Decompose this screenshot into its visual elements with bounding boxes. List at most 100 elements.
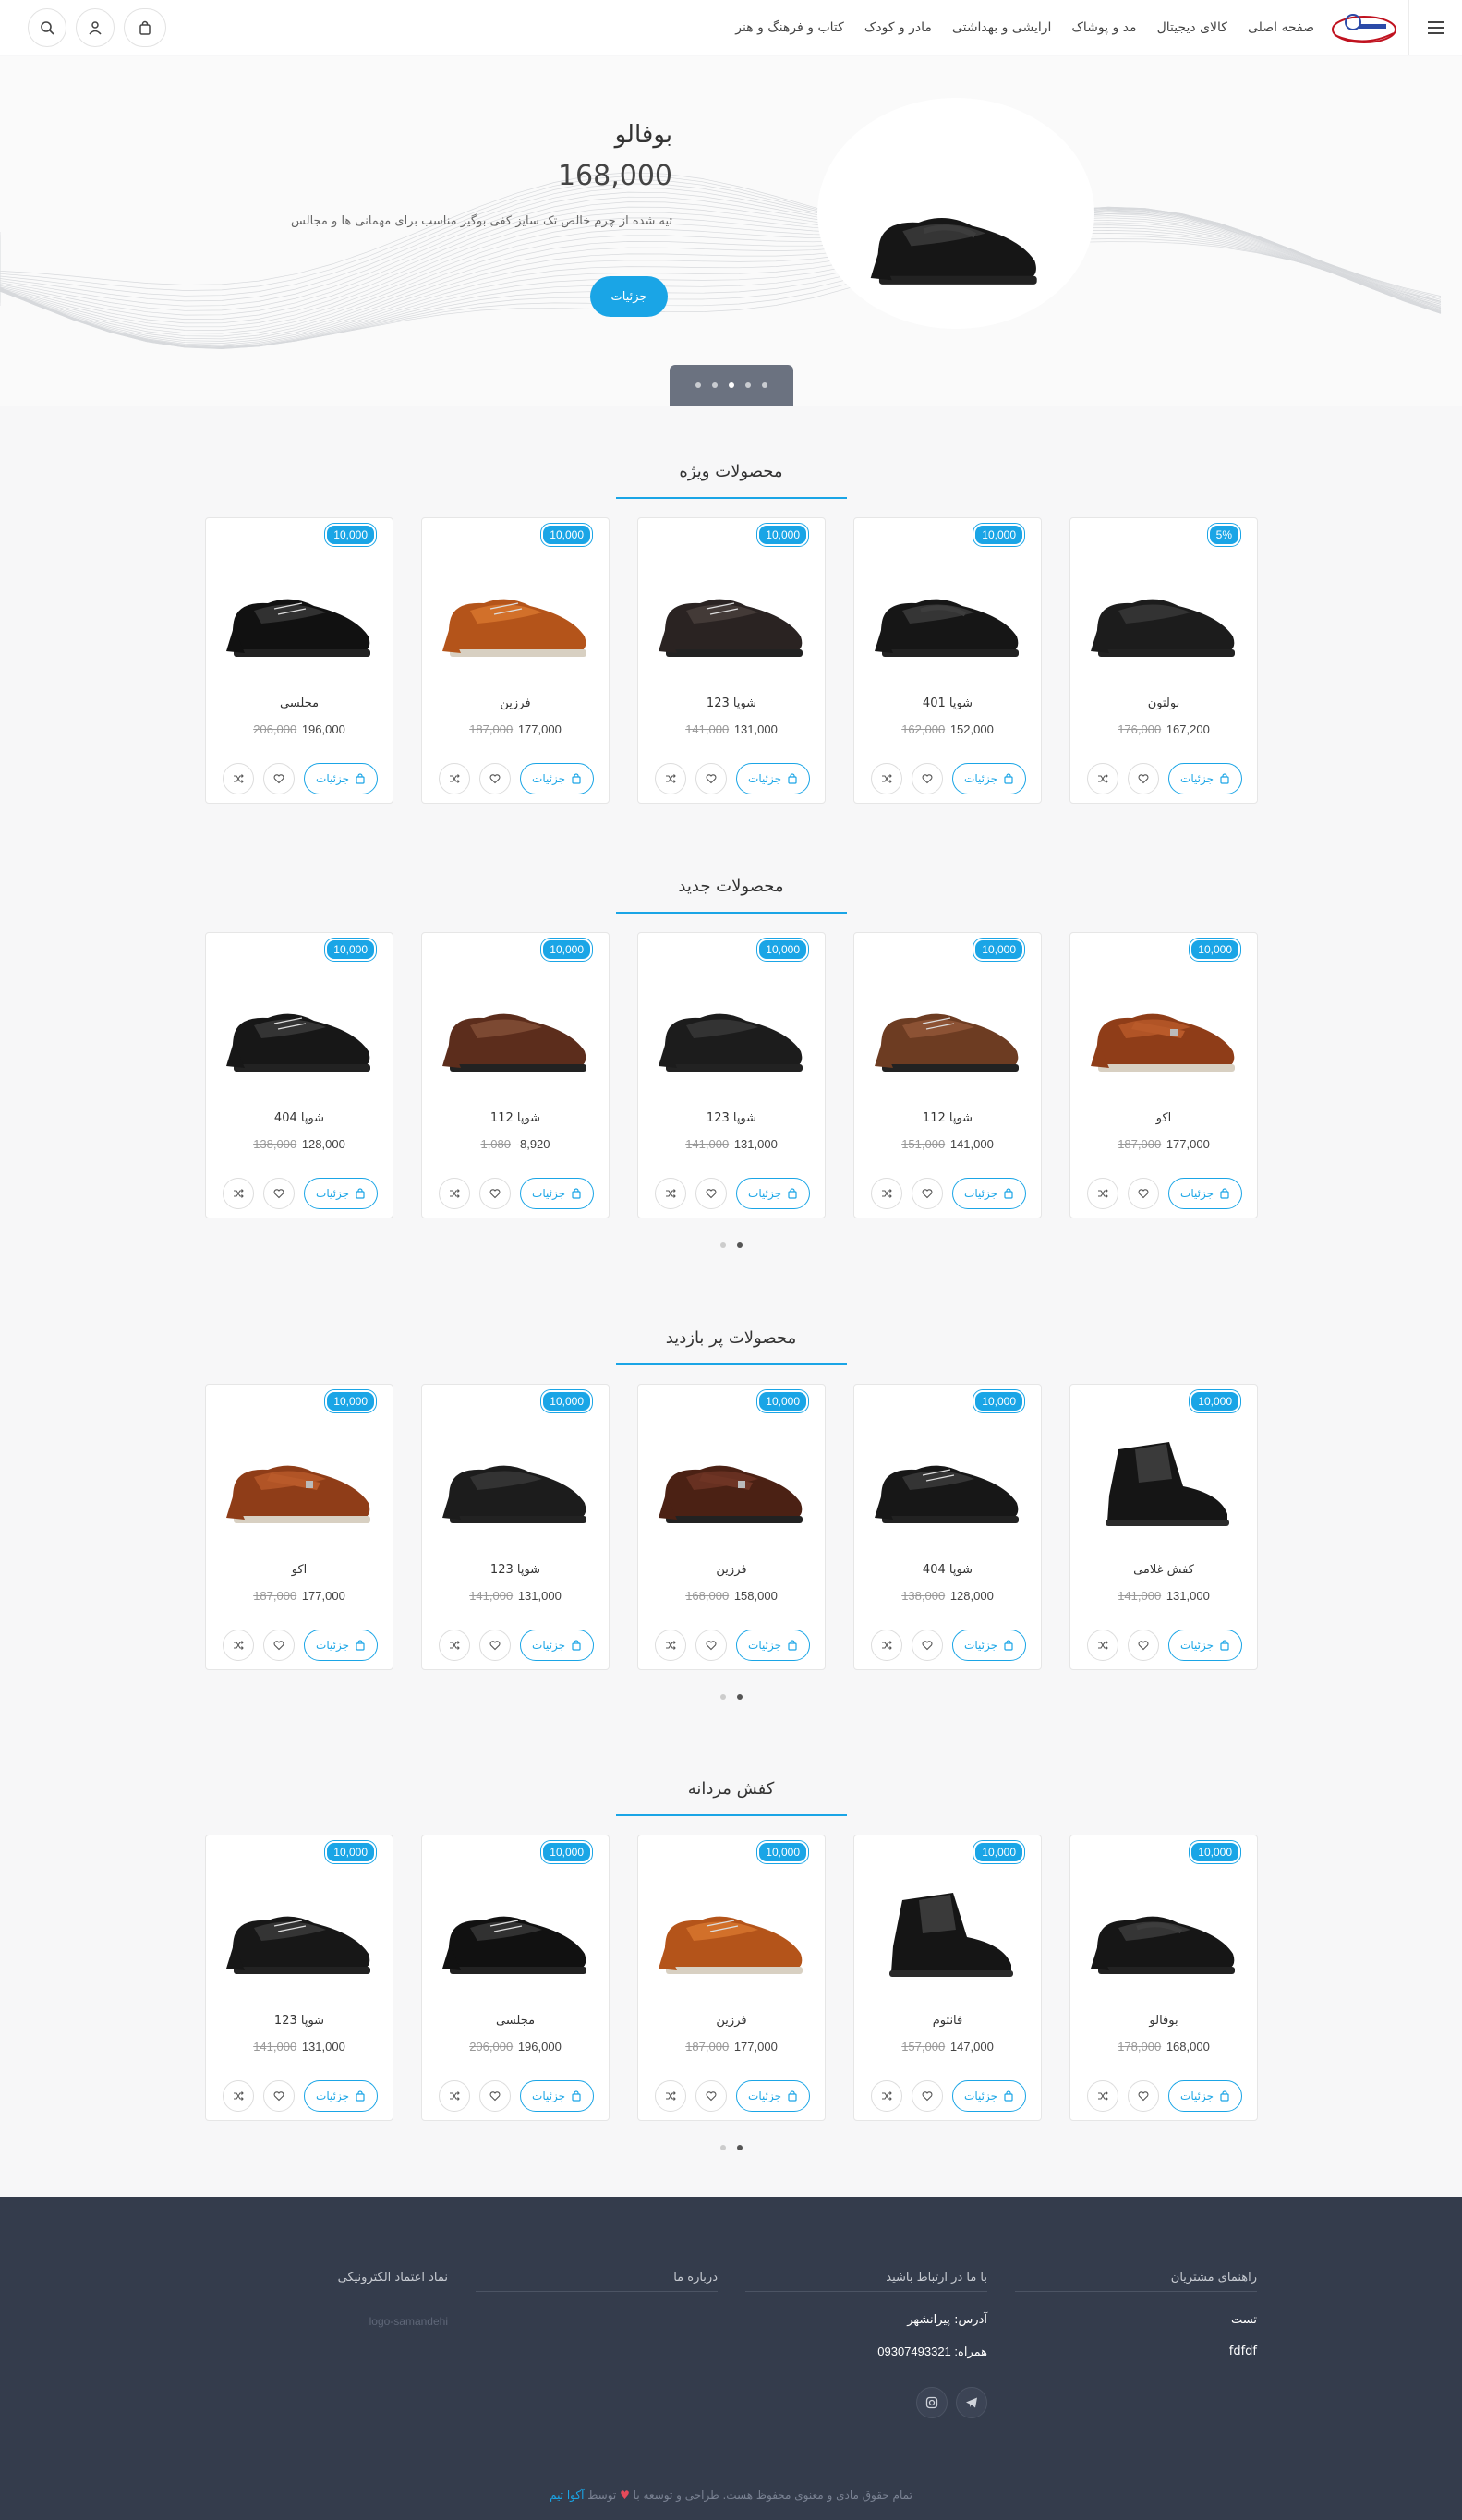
- product-image[interactable]: [865, 970, 1032, 1090]
- product-image[interactable]: [649, 970, 816, 1090]
- product-name[interactable]: فرزین: [638, 1563, 825, 1577]
- product-name[interactable]: مجلسی: [206, 697, 393, 710]
- wishlist-button[interactable]: [479, 1178, 511, 1209]
- wishlist-button[interactable]: [263, 763, 295, 794]
- footer-guide-link[interactable]: fdfdf: [1229, 2344, 1257, 2358]
- details-button[interactable]: جزئیات: [736, 1630, 810, 1661]
- product-image[interactable]: [649, 1872, 816, 1993]
- product-card[interactable]: 10,000 مجلسی 196,000 206,000 جزئیات: [205, 517, 393, 804]
- product-card[interactable]: 10,000 شوپا 123 131,000 141,000 جزئیات: [205, 1835, 393, 2121]
- wishlist-button[interactable]: [479, 2080, 511, 2112]
- trust-badge-image[interactable]: logo-samandehi: [369, 2315, 448, 2328]
- slide-dot[interactable]: [729, 382, 734, 388]
- product-name[interactable]: فرزین: [638, 2014, 825, 2028]
- wishlist-button[interactable]: [263, 1178, 295, 1209]
- product-name[interactable]: شوپا 112: [422, 1111, 609, 1125]
- product-image[interactable]: [1081, 970, 1248, 1090]
- product-card[interactable]: 10,000 شوپا 404 128,000 138,000 جزئیات: [205, 932, 393, 1218]
- wishlist-button[interactable]: [912, 763, 943, 794]
- compare-button[interactable]: [1087, 1178, 1118, 1209]
- menu-button[interactable]: [1408, 0, 1462, 55]
- product-card[interactable]: 10,000 شوپا 123 131,000 141,000 جزئیات: [637, 932, 826, 1218]
- pagination-dot[interactable]: [736, 1694, 743, 1700]
- compare-button[interactable]: [1087, 763, 1118, 794]
- details-button[interactable]: جزئیات: [736, 763, 810, 794]
- details-button[interactable]: جزئیات: [952, 1178, 1026, 1209]
- product-name[interactable]: شوپا 123: [206, 2014, 393, 2028]
- details-button[interactable]: جزئیات: [736, 1178, 810, 1209]
- wishlist-button[interactable]: [263, 1630, 295, 1661]
- product-name[interactable]: شوپا 401: [854, 697, 1041, 710]
- product-name[interactable]: فرزین: [422, 697, 609, 710]
- product-card[interactable]: 10,000 شوپا 404 128,000 138,000 جزئیات: [853, 1384, 1042, 1670]
- compare-button[interactable]: [655, 1630, 686, 1661]
- wishlist-button[interactable]: [912, 1630, 943, 1661]
- product-image[interactable]: [649, 1422, 816, 1542]
- compare-button[interactable]: [1087, 1630, 1118, 1661]
- product-card[interactable]: 10,000 شوپا 112 8,920- 1,080 جزئیات: [421, 932, 610, 1218]
- product-name[interactable]: شوپا 404: [206, 1111, 393, 1125]
- details-button[interactable]: جزئیات: [520, 1630, 594, 1661]
- details-button[interactable]: جزئیات: [520, 2080, 594, 2112]
- details-button[interactable]: جزئیات: [304, 763, 378, 794]
- wishlist-button[interactable]: [479, 1630, 511, 1661]
- product-image[interactable]: [1081, 1872, 1248, 1993]
- wishlist-button[interactable]: [912, 2080, 943, 2112]
- compare-button[interactable]: [871, 763, 902, 794]
- product-name[interactable]: بوفالو: [1070, 2014, 1257, 2028]
- search-button[interactable]: [28, 8, 66, 47]
- compare-button[interactable]: [223, 1178, 254, 1209]
- compare-button[interactable]: [439, 763, 470, 794]
- pagination-dot[interactable]: [719, 1242, 726, 1248]
- details-button[interactable]: جزئیات: [304, 2080, 378, 2112]
- product-image[interactable]: [1081, 1422, 1248, 1542]
- wishlist-button[interactable]: [263, 2080, 295, 2112]
- product-name[interactable]: اکو: [206, 1563, 393, 1577]
- compare-button[interactable]: [871, 1630, 902, 1661]
- wishlist-button[interactable]: [695, 2080, 727, 2112]
- nav-item[interactable]: کتاب و فرهنگ و هنر: [735, 20, 844, 35]
- telegram-link[interactable]: [956, 2387, 987, 2418]
- product-card[interactable]: 10,000 شوپا 123 131,000 141,000 جزئیات: [637, 517, 826, 804]
- wishlist-button[interactable]: [1128, 763, 1159, 794]
- product-name[interactable]: شوپا 123: [638, 1111, 825, 1125]
- compare-button[interactable]: [439, 2080, 470, 2112]
- slide-dot[interactable]: [712, 382, 718, 388]
- details-button[interactable]: جزئیات: [520, 1178, 594, 1209]
- wishlist-button[interactable]: [695, 1630, 727, 1661]
- product-card[interactable]: 10,000 بوفالو 168,000 178,000 جزئیات: [1069, 1835, 1258, 2121]
- product-card[interactable]: 10,000 شوپا 123 131,000 141,000 جزئیات: [421, 1384, 610, 1670]
- product-image[interactable]: [433, 555, 599, 675]
- details-button[interactable]: جزئیات: [1168, 1630, 1242, 1661]
- details-button[interactable]: جزئیات: [952, 1630, 1026, 1661]
- product-card[interactable]: 10,000 فانتوم 147,000 157,000 جزئیات: [853, 1835, 1042, 2121]
- compare-button[interactable]: [223, 763, 254, 794]
- product-card[interactable]: 10,000 شوپا 112 141,000 151,000 جزئیات: [853, 932, 1042, 1218]
- product-card[interactable]: 10,000 شوپا 401 152,000 162,000 جزئیات: [853, 517, 1042, 804]
- product-card[interactable]: 10,000 فرزین 177,000 187,000 جزئیات: [637, 1835, 826, 2121]
- compare-button[interactable]: [655, 1178, 686, 1209]
- compare-button[interactable]: [871, 1178, 902, 1209]
- product-card[interactable]: 10,000 فرزین 177,000 187,000 جزئیات: [421, 517, 610, 804]
- product-name[interactable]: شوپا 112: [854, 1111, 1041, 1125]
- slide-dot[interactable]: [695, 382, 701, 388]
- compare-button[interactable]: [655, 763, 686, 794]
- product-image[interactable]: [649, 555, 816, 675]
- product-name[interactable]: کفش غلامی: [1070, 1563, 1257, 1577]
- product-image[interactable]: [865, 1422, 1032, 1542]
- nav-item[interactable]: مد و پوشاک: [1071, 20, 1136, 35]
- product-image[interactable]: [1081, 555, 1248, 675]
- product-card[interactable]: 5% بولتون 167,200 176,000 جزئیات: [1069, 517, 1258, 804]
- details-button[interactable]: جزئیات: [1168, 763, 1242, 794]
- site-logo[interactable]: [1327, 7, 1399, 48]
- product-name[interactable]: شوپا 404: [854, 1563, 1041, 1577]
- details-button[interactable]: جزئیات: [1168, 1178, 1242, 1209]
- product-card[interactable]: 10,000 کفش غلامی 131,000 141,000 جزئیات: [1069, 1384, 1258, 1670]
- details-button[interactable]: جزئیات: [952, 2080, 1026, 2112]
- compare-button[interactable]: [223, 1630, 254, 1661]
- pagination-dot[interactable]: [719, 1694, 726, 1700]
- cart-button[interactable]: [124, 8, 166, 47]
- nav-item[interactable]: ارایشی و بهداشتی: [952, 20, 1051, 35]
- product-image[interactable]: [433, 1422, 599, 1542]
- wishlist-button[interactable]: [912, 1178, 943, 1209]
